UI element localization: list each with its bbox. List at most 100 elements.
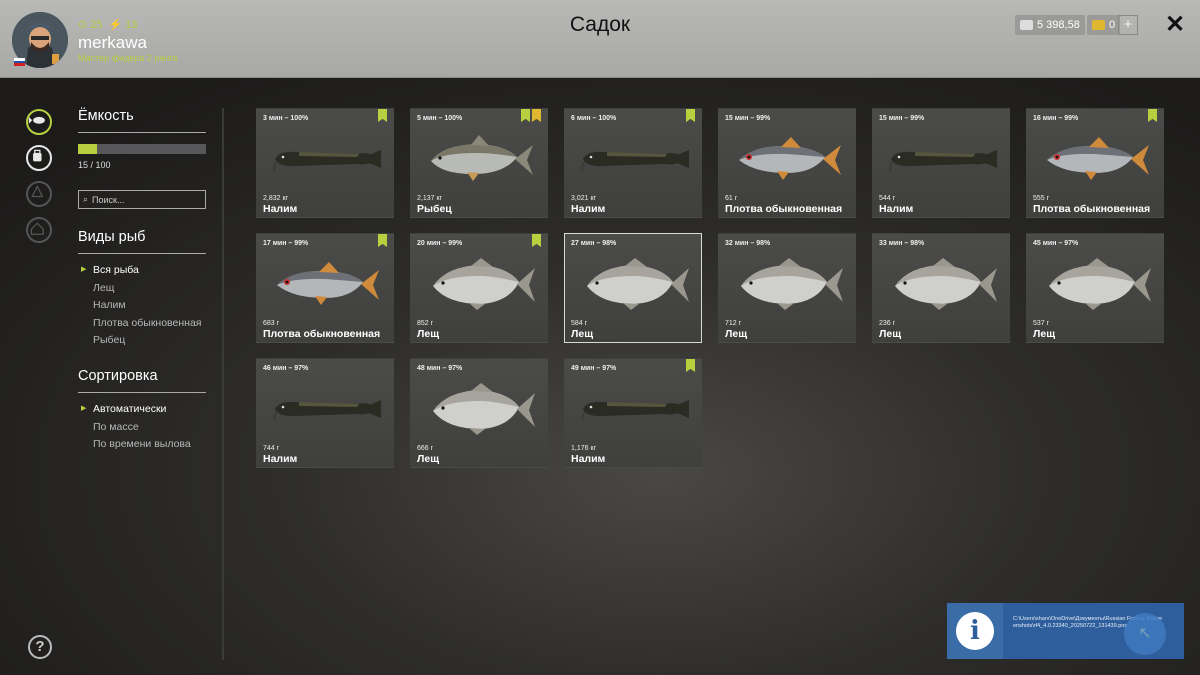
species-filter-item[interactable]: Лещ [78,282,208,300]
fish-card[interactable]: 49 мин – 97% 1,176 кг Налим [564,358,702,468]
country-flag-icon [14,58,25,66]
badge-group [686,109,695,122]
vimba-fish-icon [423,133,537,185]
species-filter-item[interactable]: Рыбец [78,334,208,352]
info-icon: i [956,612,994,650]
silver-balance[interactable]: 5 398,58 [1015,15,1085,35]
energy-icon: ⚡ [108,19,123,31]
fish-weight: 3,021 кг [571,195,597,202]
fish-card[interactable]: 6 мин – 100% 3,021 кг Налим [564,108,702,218]
bag-tab-icon[interactable] [26,145,52,171]
catch-time: 20 мин – 99% [417,240,463,247]
sort-option-item[interactable]: По массе [78,421,208,439]
campfire-tab-icon[interactable] [26,181,52,207]
search-icon: ⌕ [83,194,89,204]
sort-title: Сортировка [78,368,206,393]
fish-weight: 852 г [417,320,434,327]
capacity-title: Ёмкость [78,108,206,133]
energy-value: 13 [125,18,138,31]
badge-group [686,359,695,372]
fish-card[interactable]: 20 мин – 99% 852 г Лещ [410,233,548,343]
fish-name: Лещ [879,328,902,340]
green-bookmark-icon [532,234,541,247]
username: merkawa [78,33,147,52]
fish-weight: 1,176 кг [571,445,597,452]
catch-time: 46 мин – 97% [263,365,309,372]
catch-time: 27 мин – 98% [571,240,617,247]
level-value: 25 [90,18,103,31]
catch-time: 49 мин – 97% [571,365,617,372]
fish-card[interactable]: 17 мин – 99% 683 г Плотва обыкновенная [256,233,394,343]
fish-grid: 3 мин – 100% 2,832 кг Налим 5 мин – 100% 2,1… [256,108,1164,468]
fish-card[interactable]: 15 мин – 99% 61 г Плотва обыкновенная [718,108,856,218]
catch-time: 48 мин – 97% [417,365,463,372]
bream-fish-icon [423,383,537,435]
bream-fish-icon [885,258,999,310]
help-button[interactable]: ? [28,635,52,659]
fish-card[interactable]: 5 мин – 100% 2,137 кг Рыбец [410,108,548,218]
species-filter-item[interactable]: Налим [78,299,208,317]
fish-card[interactable]: 33 мин – 98% 236 г Лещ [872,233,1010,343]
fish-card[interactable]: 48 мин – 97% 666 г Лещ [410,358,548,468]
burbot-fish-icon [269,383,383,435]
catch-time: 32 мин – 98% [725,240,771,247]
fish-card[interactable]: 16 мин – 99% 555 г Плотва обыкновенная [1026,108,1164,218]
fish-card[interactable]: 3 мин – 100% 2,832 кг Налим [256,108,394,218]
house-tab-icon[interactable] [26,217,52,243]
level-icon: ⊙ [78,19,88,31]
fish-card[interactable]: 32 мин – 98% 712 г Лещ [718,233,856,343]
filter-panel: Ёмкость 15 / 100 ⌕ Поиск... Виды рыб Вся… [78,108,208,456]
catch-time: 17 мин – 99% [263,240,309,247]
fish-name: Лещ [417,453,440,465]
fish-card[interactable]: 45 мин – 97% 537 г Лещ [1026,233,1164,343]
capacity-count: 15 / 100 [78,160,111,170]
player-rank: Мастер фидера 2 ранга [78,53,178,63]
burbot-fish-icon [885,133,999,185]
close-button[interactable]: ✕ [1163,12,1187,38]
sort-option-item[interactable]: По времени вылова [78,438,208,456]
fish-card[interactable]: 27 мин – 98% 584 г Лещ [564,233,702,343]
catch-time: 33 мин – 98% [879,240,925,247]
fish-name: Лещ [725,328,748,340]
level-stat: ⊙ 25 [78,18,103,32]
bream-fish-icon [423,258,537,310]
catch-time: 15 мин – 99% [879,115,925,122]
screenshot-notification[interactable]: i C:\Users\sharv\OneDrive\Документы\Russ… [947,603,1184,659]
species-filter-item[interactable]: Вся рыба [78,264,208,282]
roach-fish-icon [731,133,845,185]
fish-weight: 61 г [725,195,738,202]
cursor-icon[interactable]: ↖ [1124,613,1166,655]
panel-divider [222,108,224,660]
gold-balance[interactable]: 0 [1087,15,1121,35]
green-bookmark-icon [686,109,695,122]
bream-fish-icon [731,258,845,310]
sort-option-item[interactable]: Автоматически [78,403,208,421]
fish-card[interactable]: 15 мин – 99% 544 г Налим [872,108,1010,218]
silver-amount: 5 398,58 [1037,19,1080,31]
notification-icon-box: i [947,603,1003,659]
sort-list: АвтоматическиПо массеПо времени вылова [78,403,208,456]
badge-group [521,109,541,122]
capacity-bar [78,144,206,154]
roach-fish-icon [1039,133,1153,185]
bream-fish-icon [1039,258,1153,310]
species-title: Виды рыб [78,229,206,254]
burbot-fish-icon [269,133,383,185]
fish-weight: 712 г [725,320,742,327]
fish-weight: 744 г [263,445,280,452]
species-list: Вся рыбаЛещНалимПлотва обыкновеннаяРыбец [78,264,208,352]
fish-name: Налим [263,203,298,215]
add-gold-button[interactable]: + [1118,15,1138,35]
fish-weight: 2,137 кг [417,195,443,202]
top-bar: ⊙ 25 ⚡ 13 merkawa Мастер фидера 2 ранга … [0,0,1200,78]
search-input[interactable]: ⌕ Поиск... [78,190,206,209]
keepnet-tab-icon[interactable] [26,109,52,135]
fish-card[interactable]: 46 мин – 97% 744 г Налим [256,358,394,468]
green-bookmark-icon [1148,109,1157,122]
species-filter-item[interactable]: Плотва обыкновенная [78,317,208,335]
badge-group [1148,109,1157,122]
catch-time: 45 мин – 97% [1033,240,1079,247]
burbot-fish-icon [577,383,691,435]
catch-time: 6 мин – 100% [571,115,617,122]
green-bookmark-icon [378,109,387,122]
